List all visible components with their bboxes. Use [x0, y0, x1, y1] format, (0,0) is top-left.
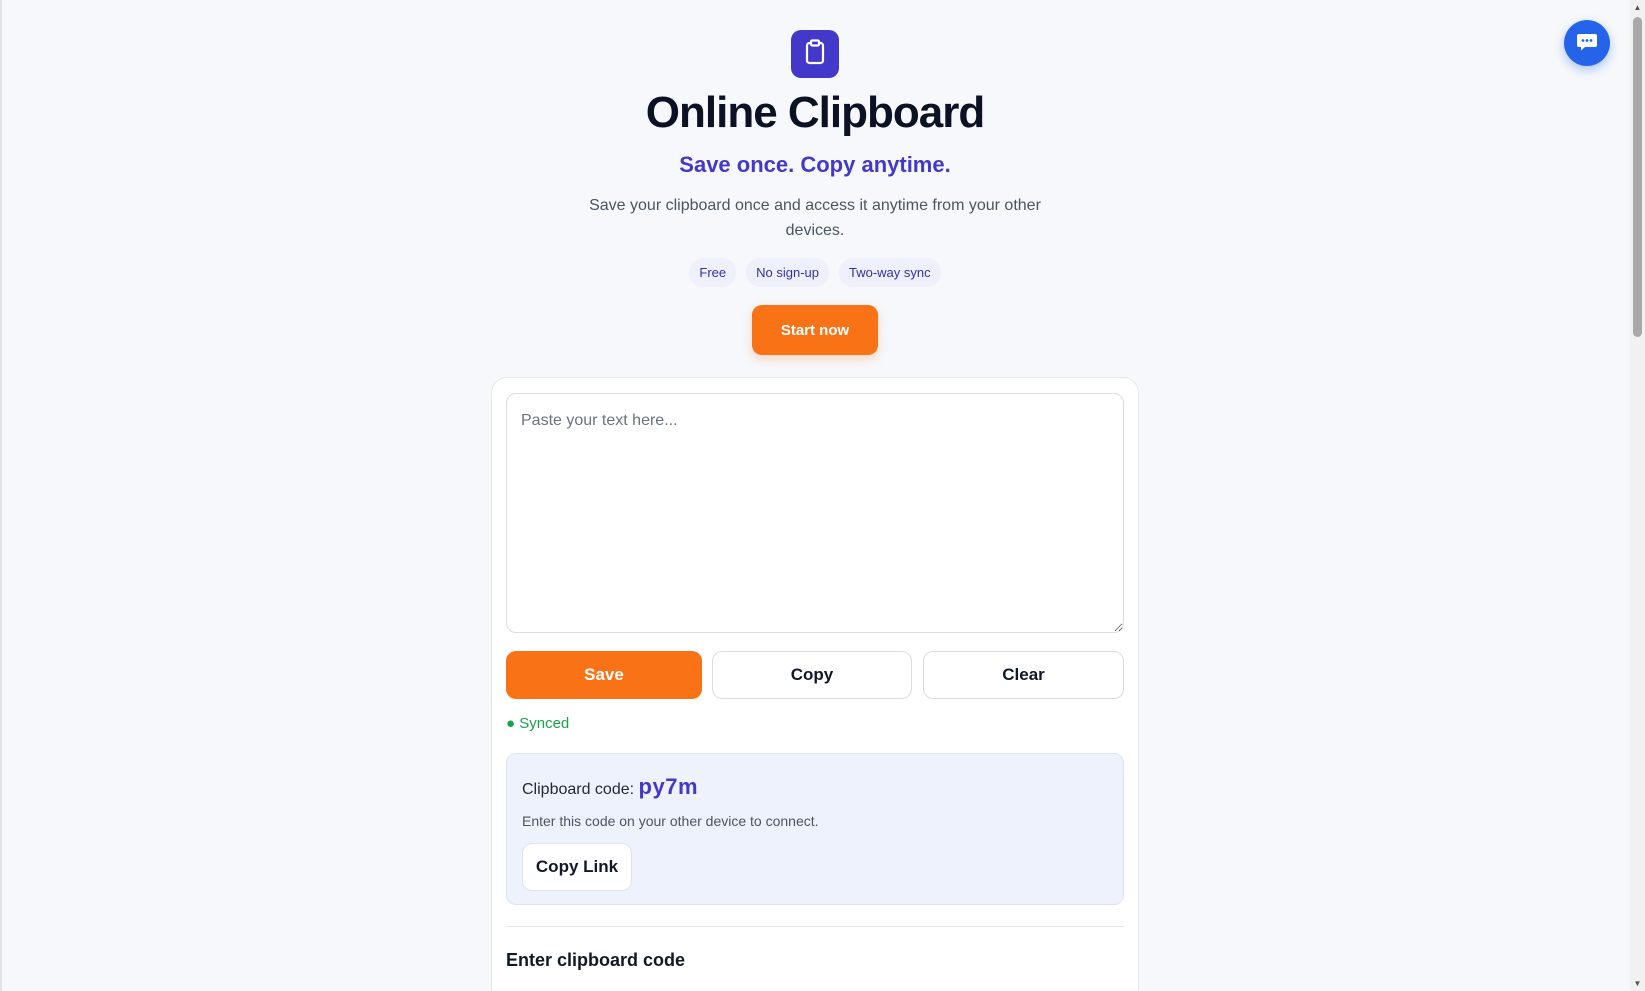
clipboard-code: py7m	[638, 774, 699, 799]
description: Save your clipboard once and access it a…	[589, 197, 1041, 239]
code-label: Clipboard code:	[522, 781, 635, 798]
action-buttons: Save Copy Clear	[506, 651, 1124, 699]
code-line: Clipboard code: py7m	[522, 774, 698, 800]
chat-button[interactable]	[1564, 20, 1610, 66]
code-hint: Enter this code on your other device to …	[522, 813, 819, 829]
sync-status: ● Synced	[506, 715, 570, 732]
tagline: Save once. Copy anytime.	[679, 152, 951, 177]
clipboard-card: Save Copy Clear ● Synced Clipboard code:…	[491, 377, 1139, 991]
pill-no-signup: No sign-up	[746, 258, 829, 287]
start-now-button[interactable]: Start now	[752, 305, 878, 355]
pill-two-way-sync: Two-way sync	[838, 258, 941, 287]
chat-icon	[1576, 32, 1598, 55]
scroll-up-arrow-icon[interactable]: ▲	[1630, 0, 1645, 15]
page-title: Online Clipboard	[645, 88, 985, 137]
divider	[506, 926, 1124, 927]
clipboard-code-panel: Clipboard code: py7m Enter this code on …	[506, 753, 1124, 905]
feature-pills: Free No sign-up Two-way sync	[0, 258, 1630, 287]
window-edge	[0, 0, 2, 991]
clear-button[interactable]: Clear	[923, 651, 1124, 699]
vertical-scrollbar[interactable]: ▲ ▼	[1630, 0, 1645, 991]
logo	[791, 30, 839, 78]
copy-button[interactable]: Copy	[712, 651, 912, 699]
pill-free: Free	[689, 258, 737, 287]
clipboard-icon	[803, 38, 827, 70]
scroll-down-arrow-icon[interactable]: ▼	[1630, 976, 1645, 991]
copy-link-button[interactable]: Copy Link	[522, 843, 632, 891]
enter-code-heading: Enter clipboard code	[506, 950, 686, 970]
save-button[interactable]: Save	[506, 651, 702, 699]
page: Online Clipboard Save once. Copy anytime…	[0, 0, 1645, 991]
clipboard-textarea[interactable]	[506, 393, 1124, 633]
scrollbar-thumb[interactable]	[1633, 17, 1642, 337]
